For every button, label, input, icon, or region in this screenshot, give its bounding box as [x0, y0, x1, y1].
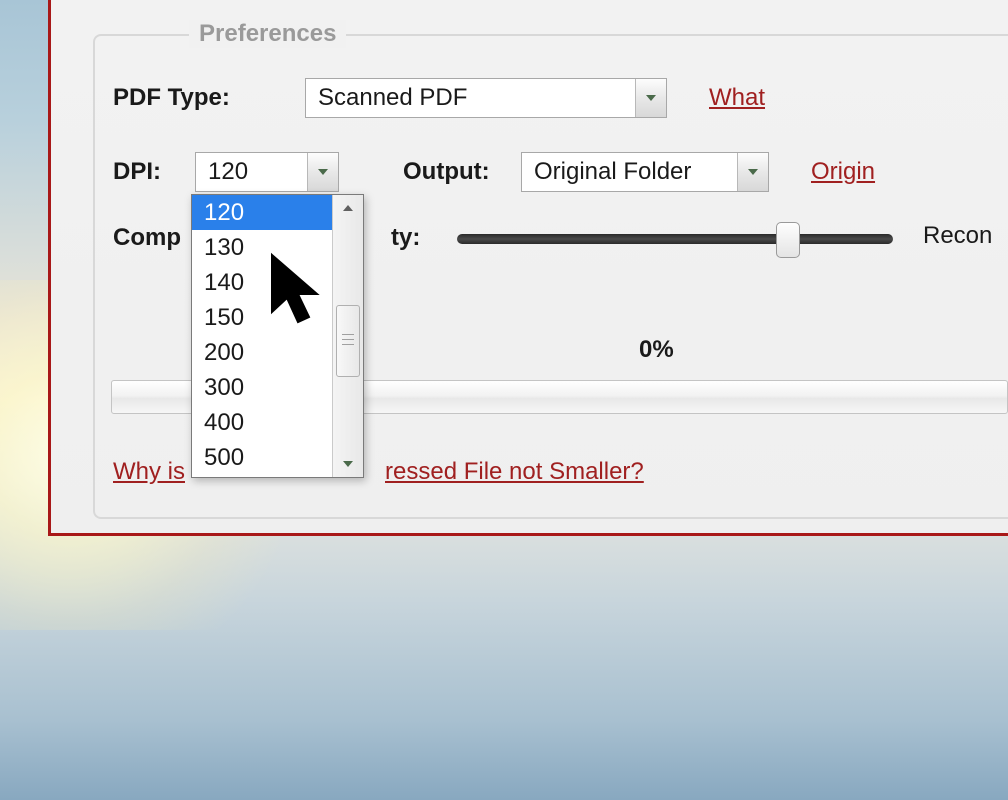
- dpi-option[interactable]: 120: [192, 195, 332, 230]
- slider-thumb[interactable]: [776, 222, 800, 258]
- chevron-down-icon: [318, 169, 328, 175]
- pdf-type-label: PDF Type:: [113, 84, 305, 112]
- scroll-down-button[interactable]: [333, 451, 363, 477]
- compression-quality-row: Comp ty:: [113, 224, 181, 252]
- scroll-thumb[interactable]: [336, 305, 360, 377]
- output-label: Output:: [403, 158, 521, 186]
- dpi-option[interactable]: 150: [192, 300, 332, 335]
- chevron-down-icon: [646, 95, 656, 101]
- dpi-option[interactable]: 200: [192, 335, 332, 370]
- dpi-combo[interactable]: 120: [195, 152, 339, 192]
- quality-label-suffix: ty:: [391, 224, 420, 252]
- output-value: Original Folder: [522, 158, 737, 186]
- dpi-value: 120: [196, 158, 307, 186]
- dpi-option[interactable]: 500: [192, 440, 332, 475]
- fieldset-legend: Preferences: [189, 20, 346, 48]
- slider-track: [457, 234, 893, 244]
- bottom-link-prefix[interactable]: Why is: [113, 458, 185, 486]
- bottom-link-suffix[interactable]: ressed File not Smaller?: [385, 458, 644, 486]
- pdf-type-row: PDF Type: Scanned PDF What: [113, 78, 765, 118]
- dpi-dropdown-button[interactable]: [307, 153, 338, 191]
- dpi-label: DPI:: [113, 158, 195, 186]
- dropdown-scrollbar[interactable]: [332, 195, 363, 477]
- dpi-option[interactable]: 400: [192, 405, 332, 440]
- chevron-down-icon: [343, 461, 353, 467]
- dpi-option[interactable]: 140: [192, 265, 332, 300]
- quality-right-text: Recon: [923, 222, 992, 250]
- dpi-output-row: DPI: 120 Output: Original Folder Origin: [113, 152, 875, 192]
- output-dropdown-button[interactable]: [737, 153, 768, 191]
- chevron-up-icon: [343, 205, 353, 211]
- dpi-dropdown-list[interactable]: 120 130 140 150 200 300 400 500: [191, 194, 364, 478]
- pdf-type-combo[interactable]: Scanned PDF: [305, 78, 667, 118]
- dpi-option[interactable]: 130: [192, 230, 332, 265]
- output-combo[interactable]: Original Folder: [521, 152, 769, 192]
- scroll-up-button[interactable]: [333, 195, 363, 221]
- pdf-type-dropdown-button[interactable]: [635, 79, 666, 117]
- dpi-option[interactable]: 300: [192, 370, 332, 405]
- quality-label-prefix: Comp: [113, 224, 181, 252]
- dpi-options-list: 120 130 140 150 200 300 400 500: [192, 195, 332, 477]
- output-help-link[interactable]: Origin: [811, 158, 875, 186]
- pdf-type-value: Scanned PDF: [306, 84, 635, 112]
- quality-slider[interactable]: [457, 230, 893, 248]
- chevron-down-icon: [748, 169, 758, 175]
- progress-text: 0%: [639, 336, 674, 364]
- pdf-type-help-link[interactable]: What: [709, 84, 765, 112]
